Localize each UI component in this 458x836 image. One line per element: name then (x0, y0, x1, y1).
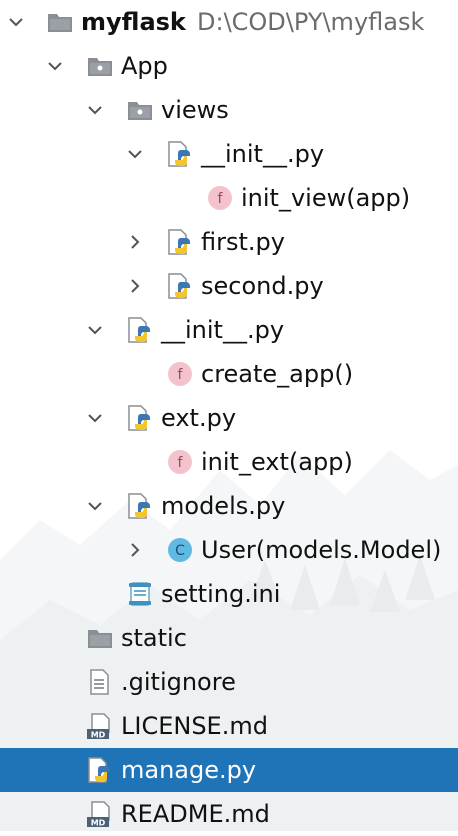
tree-item-label: init_ext(app) (201, 448, 353, 476)
folder-icon (48, 14, 72, 32)
python-file-icon (168, 141, 190, 167)
text-file-icon (90, 669, 109, 695)
tree-item-label: .gitignore (121, 668, 236, 696)
markdown-file-icon: MD (87, 801, 110, 828)
tree-item-label: views (161, 96, 229, 124)
tree-item-app[interactable]: App (0, 44, 458, 88)
tree-item-label: manage.py (121, 756, 257, 784)
svg-text:C: C (175, 543, 185, 559)
tree-item-static[interactable]: static (0, 616, 458, 660)
tree-item-label: User(models.Model) (201, 536, 442, 564)
tree-item-label: ext.py (161, 404, 237, 432)
tree-item-views[interactable]: views (0, 88, 458, 132)
tree-item-views-init[interactable]: __init__.py (0, 132, 458, 176)
tree-item-setting[interactable]: setting.ini (0, 572, 458, 616)
chevron-down-icon[interactable] (47, 58, 63, 74)
class-icon: C (167, 537, 193, 563)
tree-item-user-class[interactable]: C User(models.Model) (0, 528, 458, 572)
chevron-down-icon[interactable] (87, 410, 103, 426)
folder-icon (128, 102, 152, 120)
tree-item-label: models.py (161, 492, 286, 520)
python-file-icon (128, 405, 150, 431)
python-file-icon (88, 757, 110, 783)
markdown-file-icon: MD (87, 713, 110, 740)
python-file-icon (168, 273, 190, 299)
chevron-right-icon[interactable] (127, 234, 143, 250)
function-icon: f (167, 361, 193, 387)
tree-item-label: __init__.py (161, 316, 285, 344)
markdown-badge: MD (91, 819, 106, 828)
project-path: D:\COD\PY\myflask (197, 8, 425, 36)
folder-icon (88, 58, 112, 76)
tree-item-license[interactable]: MD LICENSE.md (0, 704, 458, 748)
tree-item-gitignore[interactable]: .gitignore (0, 660, 458, 704)
tree-item-label: App (121, 52, 168, 80)
tree-item-label: LICENSE.md (121, 712, 268, 740)
tree-item-label: README.md (121, 800, 270, 828)
python-file-icon (128, 493, 150, 519)
python-file-icon (168, 229, 190, 255)
chevron-right-icon[interactable] (127, 542, 143, 558)
chevron-down-icon[interactable] (8, 14, 24, 30)
chevron-down-icon[interactable] (87, 498, 103, 514)
tree-item-init-ext[interactable]: f init_ext(app) (0, 440, 458, 484)
chevron-down-icon[interactable] (87, 102, 103, 118)
tree-item-label: init_view(app) (241, 184, 411, 212)
tree-item-label: __init__.py (201, 140, 325, 168)
tree-item-label: first.py (201, 228, 285, 256)
tree-item-label: setting.ini (161, 580, 281, 608)
tree-item-ext[interactable]: ext.py (0, 396, 458, 440)
project-name: myflask (81, 8, 186, 36)
tree-item-manage[interactable]: manage.py (0, 748, 458, 792)
tree-item-init-view[interactable]: f init_view(app) (0, 176, 458, 220)
ini-file-icon (129, 582, 151, 606)
folder-icon (88, 630, 112, 648)
function-icon: f (167, 449, 193, 475)
tree-item-label: static (121, 624, 187, 652)
chevron-down-icon[interactable] (127, 146, 143, 162)
tree-item-create-app[interactable]: f create_app() (0, 352, 458, 396)
tree-item-second[interactable]: second.py (0, 264, 458, 308)
tree-item-readme[interactable]: MD README.md (0, 792, 458, 836)
tree-item-app-init[interactable]: __init__.py (0, 308, 458, 352)
chevron-down-icon[interactable] (87, 322, 103, 338)
tree-root-row[interactable]: myflask D:\COD\PY\myflask (0, 0, 458, 44)
python-file-icon (128, 317, 150, 343)
tree-item-first[interactable]: first.py (0, 220, 458, 264)
markdown-badge: MD (91, 731, 106, 740)
tree-item-models[interactable]: models.py (0, 484, 458, 528)
tree-item-label: second.py (201, 272, 324, 300)
function-icon: f (207, 185, 233, 211)
chevron-right-icon[interactable] (127, 278, 143, 294)
tree-item-label: create_app() (201, 360, 354, 388)
